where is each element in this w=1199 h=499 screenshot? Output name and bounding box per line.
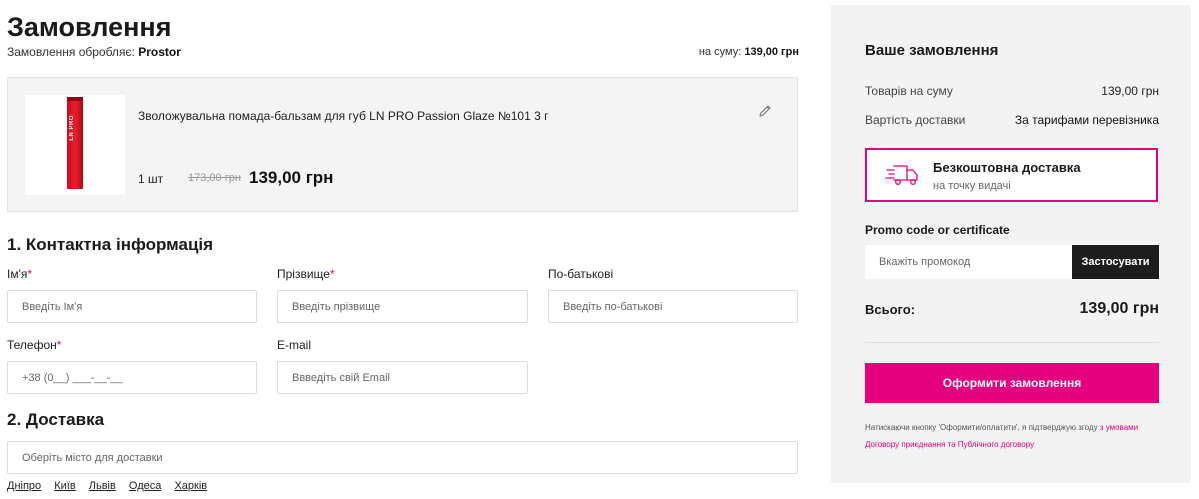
goods-row: Товарів на суму 139,00 грн — [865, 84, 1159, 98]
promo-input[interactable] — [865, 245, 1072, 279]
last-name-input[interactable] — [278, 291, 527, 322]
terms-link[interactable]: з умовами — [1100, 423, 1138, 432]
middle-name-label: По-батькові — [548, 267, 614, 281]
first-name-label: Ім'я* — [7, 267, 33, 281]
sum-value: 139,00 грн — [744, 46, 799, 58]
quick-city-links: Дніпро Київ Львів Одеса Харків — [7, 480, 217, 492]
last-name-field[interactable] — [277, 290, 528, 323]
processor-name: Prostor — [138, 45, 181, 59]
product-name[interactable]: Зволожувальна помада-бальзам для губ LN … — [138, 109, 548, 123]
product-qty: 1 шт — [138, 172, 164, 186]
goods-value: 139,00 грн — [1101, 84, 1159, 98]
goods-label: Товарів на суму — [865, 84, 953, 98]
free-delivery-subtitle: на точку видачі — [933, 180, 1011, 192]
free-delivery-banner: Безкоштовна доставка на точку видачі — [865, 148, 1158, 202]
lipstick-image — [67, 99, 83, 189]
promo-field[interactable] — [865, 245, 1072, 279]
processor-prefix: Замовлення обробляє: — [7, 45, 135, 59]
middle-name-input[interactable] — [549, 291, 797, 322]
phone-label: Телефон* — [7, 338, 62, 352]
order-processor: Замовлення обробляє: Prostor — [7, 45, 181, 59]
city-input[interactable] — [8, 442, 797, 473]
product-price: 139,00 грн — [249, 168, 334, 187]
lipstick-cap — [67, 97, 83, 101]
first-name-input[interactable] — [8, 291, 256, 322]
last-name-label: Прізвище* — [277, 267, 335, 281]
contact-section-title: 1. Контактна інформація — [7, 235, 214, 254]
terms-text: Натискаючи кнопку 'Оформити/оплатити', я… — [865, 423, 1100, 432]
terms-link-contract[interactable]: Договору приєднання та Публічного догово… — [865, 440, 1034, 449]
shipping-row: Вартість доставки За тарифами перевізник… — [865, 113, 1159, 127]
divider — [865, 342, 1159, 343]
city-link[interactable]: Харків — [174, 480, 207, 492]
first-name-field[interactable] — [7, 290, 257, 323]
fast-truck-icon — [885, 165, 918, 185]
page-title: Замовлення — [7, 12, 172, 42]
middle-name-field[interactable] — [548, 290, 798, 323]
delivery-section-title: 2. Доставка — [7, 410, 105, 429]
order-summary-panel: Ваше замовлення Товарів на суму 139,00 г… — [831, 5, 1191, 483]
place-order-button[interactable]: Оформити замовлення — [865, 363, 1159, 403]
city-link[interactable]: Одеса — [129, 480, 161, 492]
free-delivery-title: Безкоштовна доставка — [933, 160, 1081, 175]
email-label: E-mail — [277, 338, 312, 352]
promo-label: Promo code or certificate — [865, 223, 1010, 237]
city-link[interactable]: Дніпро — [7, 480, 41, 492]
sum-prefix: на суму: — [698, 46, 742, 58]
order-sum: на суму: 139,00 грн — [699, 46, 799, 58]
brand-mark: LN PRO — [69, 115, 75, 141]
terms-notice: Натискаючи кнопку 'Оформити/оплатити', я… — [865, 419, 1161, 453]
pencil-icon[interactable] — [757, 103, 773, 119]
shipping-value: За тарифами перевізника — [1014, 113, 1159, 127]
old-price: 173,00 грн — [188, 172, 241, 184]
email-field[interactable] — [277, 361, 528, 394]
product-image[interactable]: LN PRO — [25, 95, 125, 195]
phone-field[interactable] — [7, 361, 257, 394]
total-label: Всього: — [865, 302, 916, 317]
phone-input[interactable] — [8, 362, 256, 393]
city-link[interactable]: Київ — [54, 480, 75, 492]
summary-title: Ваше замовлення — [865, 42, 999, 59]
city-link[interactable]: Львів — [89, 480, 116, 492]
product-card: LN PRO Зволожувальна помада-бальзам для … — [7, 77, 798, 212]
city-field[interactable] — [7, 441, 798, 474]
total-value: 139,00 грн — [1079, 300, 1159, 317]
email-input[interactable] — [278, 362, 527, 393]
apply-promo-button[interactable]: Застосувати — [1072, 245, 1159, 279]
shipping-label: Вартість доставки — [865, 113, 966, 127]
